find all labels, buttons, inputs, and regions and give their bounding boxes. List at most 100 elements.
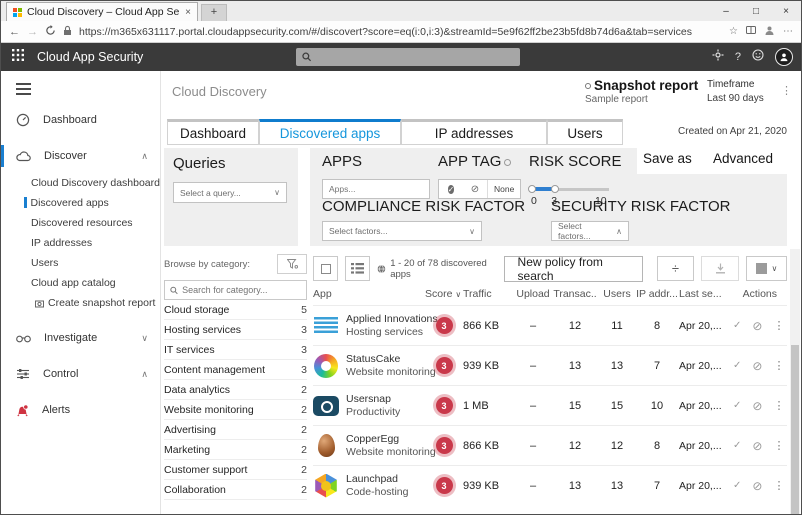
select-all-checkbox[interactable]: [313, 256, 338, 281]
category-item[interactable]: Advertising2: [164, 420, 307, 440]
table-row[interactable]: CopperEggWebsite monitoring 3 866 KB – 1…: [313, 425, 787, 465]
sanction-check-icon[interactable]: ✓: [733, 320, 741, 331]
window-maximize-button[interactable]: □: [741, 6, 771, 17]
feedback-smiley-icon[interactable]: [752, 48, 764, 66]
timeframe-selector[interactable]: Timeframe Last 90 days: [707, 79, 764, 104]
col-header-transactions[interactable]: Transac..: [551, 288, 599, 300]
tag-none-button[interactable]: None: [487, 180, 520, 198]
user-avatar[interactable]: [775, 48, 793, 66]
col-header-traffic[interactable]: Traffic: [463, 288, 515, 300]
apps-filter-input[interactable]: [322, 179, 430, 199]
export-download-button[interactable]: [701, 256, 739, 281]
reading-view-icon[interactable]: [746, 25, 756, 38]
row-more-icon[interactable]: ⋮: [773, 399, 784, 412]
browser-tab[interactable]: Cloud Discovery – Cloud App Se ×: [6, 2, 198, 21]
category-item[interactable]: IT services3: [164, 340, 307, 360]
window-minimize-button[interactable]: –: [711, 6, 741, 17]
col-header-last-seen[interactable]: Last se...: [679, 288, 733, 300]
sidebar-item-control[interactable]: Control ∧: [1, 363, 160, 385]
sidebar-item-cloud-discovery-dashboard[interactable]: Cloud Discovery dashboard: [31, 173, 160, 193]
help-icon[interactable]: ?: [735, 51, 741, 63]
table-row[interactable]: UsersnapProductivity 3 1 MB – 15 15 10 A…: [313, 385, 787, 425]
col-header-app[interactable]: App: [313, 288, 425, 300]
unsanction-block-icon[interactable]: ⊘: [752, 479, 762, 493]
tab-discovered-apps[interactable]: Discovered apps: [259, 119, 401, 145]
category-item[interactable]: Collaboration2: [164, 480, 307, 500]
tab-users[interactable]: Users: [547, 119, 623, 145]
col-header-score[interactable]: Score ∨: [425, 288, 463, 300]
category-item[interactable]: Data analytics2: [164, 380, 307, 400]
col-header-ip[interactable]: IP addr...: [635, 288, 679, 300]
header-more-icon[interactable]: ⋮: [781, 84, 792, 97]
chevron-down-icon[interactable]: ∨: [141, 333, 148, 344]
security-risk-select[interactable]: Select factors... ∧: [551, 221, 629, 241]
forward-icon[interactable]: →: [27, 26, 38, 38]
category-item[interactable]: Cloud storage5: [164, 300, 307, 320]
sidebar-item-create-snapshot-report[interactable]: Create snapshot report: [35, 293, 160, 313]
tab-dashboard[interactable]: Dashboard: [167, 119, 259, 145]
report-selector[interactable]: Snapshot report Sample report: [585, 78, 698, 105]
category-item[interactable]: Customer support2: [164, 460, 307, 480]
sanction-check-icon[interactable]: ✓: [733, 360, 741, 371]
columns-settings-button[interactable]: ∨: [746, 256, 787, 281]
sidebar-item-cloud-app-catalog[interactable]: Cloud app catalog: [31, 273, 160, 293]
row-more-icon[interactable]: ⋮: [773, 359, 784, 372]
slider-track[interactable]: [531, 188, 609, 191]
col-header-upload[interactable]: Upload: [515, 288, 551, 300]
global-search-input[interactable]: [312, 52, 514, 63]
slider-handle-min[interactable]: [528, 185, 536, 193]
category-item[interactable]: Hosting services3: [164, 320, 307, 340]
chevron-up-icon[interactable]: ∧: [141, 369, 148, 380]
row-density-button[interactable]: ÷: [657, 256, 695, 281]
table-row[interactable]: StatusCakeWebsite monitoring 3 939 KB – …: [313, 345, 787, 385]
table-view-icon[interactable]: [345, 256, 370, 281]
settings-gear-icon[interactable]: [712, 48, 724, 66]
unsanction-block-icon[interactable]: ⊘: [752, 319, 762, 333]
unsanction-block-icon[interactable]: ⊘: [752, 439, 762, 453]
refresh-icon[interactable]: [45, 23, 56, 41]
row-more-icon[interactable]: ⋮: [773, 479, 784, 492]
sanction-check-icon[interactable]: ✓: [733, 400, 741, 411]
browser-more-icon[interactable]: ⋯: [783, 26, 793, 37]
category-item[interactable]: Content management3: [164, 360, 307, 380]
unsanction-block-icon[interactable]: ⊘: [752, 399, 762, 413]
save-as-button[interactable]: Save as: [643, 151, 692, 166]
menu-hamburger-icon[interactable]: [16, 83, 31, 95]
tag-unsanctioned-button[interactable]: ⊘: [463, 184, 487, 195]
category-search-input[interactable]: [182, 285, 301, 295]
sidebar-item-investigate[interactable]: Investigate ∨: [1, 327, 160, 349]
app-launcher-icon[interactable]: [12, 48, 24, 66]
sidebar-item-discover[interactable]: Discover ∧: [1, 145, 160, 167]
row-more-icon[interactable]: ⋮: [773, 319, 784, 332]
table-row[interactable]: Applied InnovationsHosting services 3 86…: [313, 305, 787, 345]
sidebar-item-users[interactable]: Users: [31, 253, 160, 273]
sidebar-item-dashboard[interactable]: Dashboard: [1, 109, 160, 131]
global-search-box[interactable]: [296, 48, 520, 66]
tab-close-icon[interactable]: ×: [185, 7, 191, 18]
category-item[interactable]: Website monitoring2: [164, 400, 307, 420]
advanced-button[interactable]: Advanced: [713, 151, 773, 166]
compliance-risk-select[interactable]: Select factors... ∨: [322, 221, 482, 241]
table-row[interactable]: LaunchpadCode-hosting 3 939 KB – 13 13 7…: [313, 465, 787, 505]
favorites-star-icon[interactable]: ☆: [729, 26, 738, 37]
sidebar-item-alerts[interactable]: Alerts: [1, 399, 160, 421]
queries-select[interactable]: Select a query... ∨: [173, 182, 287, 203]
clear-category-filter-button[interactable]: [277, 254, 307, 274]
unsanction-block-icon[interactable]: ⊘: [752, 359, 762, 373]
new-tab-button[interactable]: +: [201, 4, 227, 21]
category-item[interactable]: Marketing2: [164, 440, 307, 460]
profile-icon[interactable]: [764, 25, 775, 39]
sanction-check-icon[interactable]: ✓: [733, 440, 741, 451]
sanction-check-icon[interactable]: ✓: [733, 480, 741, 491]
slider-handle-max[interactable]: [551, 185, 559, 193]
row-more-icon[interactable]: ⋮: [773, 439, 784, 452]
chevron-up-icon[interactable]: ∧: [141, 151, 148, 162]
window-close-button[interactable]: ×: [771, 6, 801, 17]
address-input[interactable]: [79, 26, 722, 38]
new-policy-button[interactable]: New policy from search: [504, 256, 643, 282]
sidebar-item-discovered-resources[interactable]: Discovered resources: [31, 213, 160, 233]
col-header-users[interactable]: Users: [599, 288, 635, 300]
back-icon[interactable]: ←: [9, 26, 20, 38]
sidebar-item-ip-addresses[interactable]: IP addresses: [31, 233, 160, 253]
scrollbar-thumb[interactable]: [791, 345, 799, 515]
